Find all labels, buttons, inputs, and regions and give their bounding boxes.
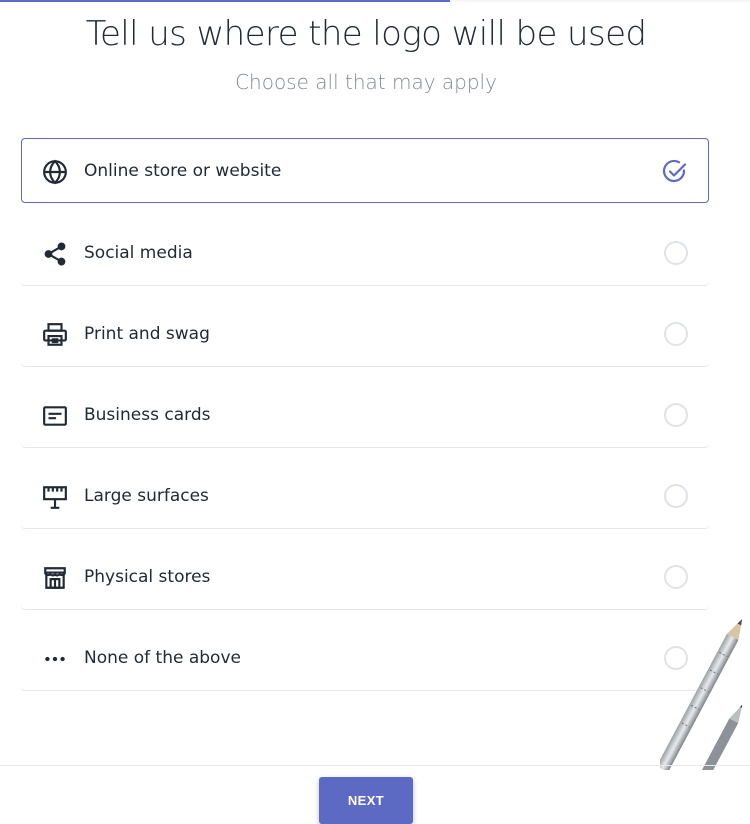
storefront-icon xyxy=(42,565,68,591)
radio-unchecked[interactable] xyxy=(664,565,688,589)
radio-unchecked[interactable] xyxy=(664,484,688,508)
progress-track xyxy=(0,0,750,2)
option-label: None of the above xyxy=(84,648,241,668)
share-icon xyxy=(42,241,68,267)
option-label: Physical stores xyxy=(84,567,211,587)
option-label: Business cards xyxy=(84,405,211,425)
radio-unchecked[interactable] xyxy=(664,322,688,346)
option-large-surfaces[interactable]: Large surfaces xyxy=(21,463,709,528)
checkmark-icon xyxy=(662,159,688,185)
option-physical-stores[interactable]: Physical stores xyxy=(21,544,709,609)
option-none[interactable]: None of the above xyxy=(21,625,709,690)
option-label: Print and swag xyxy=(84,324,210,344)
business-card-icon xyxy=(42,403,68,429)
option-social-media[interactable]: Social media xyxy=(21,220,709,285)
option-label: Social media xyxy=(84,243,193,263)
option-online-store[interactable]: Online store or website xyxy=(21,138,709,203)
more-dots-icon xyxy=(42,646,68,672)
progress-bar-fill xyxy=(0,0,450,2)
footer-divider xyxy=(0,765,750,766)
radio-unchecked[interactable] xyxy=(664,241,688,265)
printer-icon xyxy=(42,322,68,348)
next-button[interactable]: NEXT xyxy=(319,777,413,824)
radio-unchecked[interactable] xyxy=(664,403,688,427)
option-label: Online store or website xyxy=(84,161,282,181)
billboard-icon xyxy=(42,484,68,510)
option-print-swag[interactable]: Print and swag xyxy=(21,301,709,366)
option-business-cards[interactable]: Business cards xyxy=(21,382,709,447)
pencil-illustration xyxy=(660,619,743,770)
globe-icon xyxy=(42,159,68,185)
option-label: Large surfaces xyxy=(84,486,209,506)
page-title: Tell us where the logo will be used xyxy=(85,14,647,54)
page-subtitle: Choose all that may apply xyxy=(235,70,497,94)
